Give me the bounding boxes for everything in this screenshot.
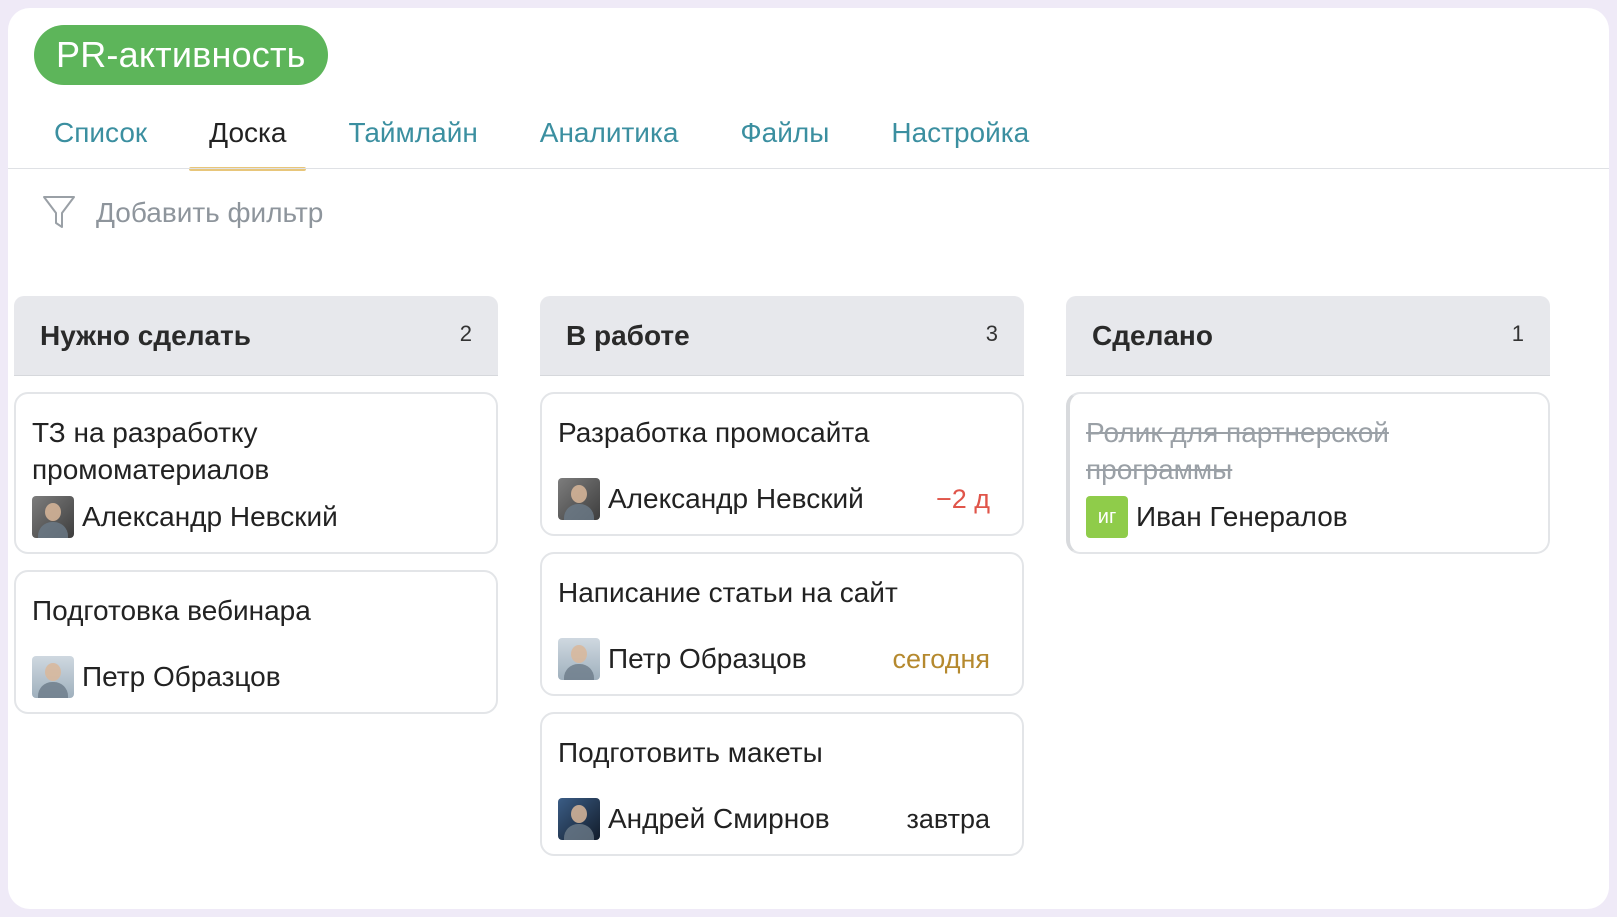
tab-analytics[interactable]: Аналитика <box>520 103 699 167</box>
column-done: Сделано 1 Ролик для партнерской программ… <box>1066 296 1550 554</box>
assignee-name: Петр Образцов <box>608 643 807 674</box>
app-window: PR-активность Список Доска Таймлайн Анал… <box>8 8 1609 909</box>
task-title: Подготовить макеты <box>558 737 823 768</box>
assignee-name: Александр Невский <box>608 483 864 514</box>
column-header[interactable]: Сделано 1 <box>1066 296 1550 376</box>
avatar <box>32 496 74 538</box>
avatar <box>558 798 600 840</box>
column-in-progress: В работе 3 Разработка промосайта Алексан… <box>540 296 1024 856</box>
add-filter-label: Добавить фильтр <box>96 197 324 228</box>
tab-settings[interactable]: Настройка <box>871 103 1049 167</box>
tab-list[interactable]: Список <box>34 103 167 167</box>
avatar <box>558 478 600 520</box>
task-title: Подготовка вебинара <box>32 595 311 626</box>
assignee-name: Андрей Смирнов <box>608 803 830 834</box>
column-header[interactable]: В работе 3 <box>540 296 1024 376</box>
task-card[interactable]: Написание статьи на сайт Петр Образцов с… <box>540 552 1024 696</box>
task-title: ТЗ на разработку промоматериалов <box>32 417 270 485</box>
task-card[interactable]: Подготовить макеты Андрей Смирнов завтра <box>540 712 1024 856</box>
column-title: Сделано <box>1092 319 1213 351</box>
task-footer: Петр Образцов <box>32 656 464 698</box>
column-todo: Нужно сделать 2 ТЗ на разработку промома… <box>14 296 498 714</box>
column-title: Нужно сделать <box>40 319 251 351</box>
avatar <box>32 656 74 698</box>
task-footer: Андрей Смирнов завтра <box>558 798 990 840</box>
tab-files[interactable]: Файлы <box>720 103 849 167</box>
add-filter-button[interactable]: Добавить фильтр <box>42 188 323 238</box>
due-date: завтра <box>906 803 990 834</box>
column-title: В работе <box>566 319 690 351</box>
task-title: Написание статьи на сайт <box>558 577 898 608</box>
task-card[interactable]: Ролик для партнерской программы иг Иван … <box>1066 392 1550 554</box>
task-footer: Петр Образцов сегодня <box>558 638 990 680</box>
task-footer: иг Иван Генералов <box>1086 496 1516 538</box>
filter-icon <box>43 196 75 228</box>
task-card[interactable]: ТЗ на разработку промоматериалов Алексан… <box>14 392 498 554</box>
tabs-divider <box>8 168 1609 169</box>
due-date: сегодня <box>892 643 990 674</box>
task-card[interactable]: Разработка промосайта Александр Невский … <box>540 392 1024 536</box>
assignee-name: Александр Невский <box>82 501 338 532</box>
avatar: иг <box>1086 496 1128 538</box>
task-title: Ролик для партнерской программы <box>1086 417 1389 485</box>
column-header[interactable]: Нужно сделать 2 <box>14 296 498 376</box>
task-footer: Александр Невский <box>32 496 464 538</box>
task-title: Разработка промосайта <box>558 417 870 448</box>
assignee-name: Иван Генералов <box>1136 501 1348 532</box>
due-date: −2 д <box>935 483 990 514</box>
assignee-name: Петр Образцов <box>82 661 281 692</box>
task-card[interactable]: Подготовка вебинара Петр Образцов <box>14 570 498 714</box>
avatar <box>558 638 600 680</box>
column-count: 1 <box>1511 320 1524 346</box>
task-footer: Александр Невский −2 д <box>558 478 990 520</box>
project-title[interactable]: PR-активность <box>34 25 328 85</box>
tab-board[interactable]: Доска <box>189 103 307 171</box>
view-tabs: Список Доска Таймлайн Аналитика Файлы На… <box>34 103 1071 171</box>
column-count: 2 <box>459 320 472 346</box>
column-count: 3 <box>985 320 998 346</box>
tab-timeline[interactable]: Таймлайн <box>328 103 497 167</box>
